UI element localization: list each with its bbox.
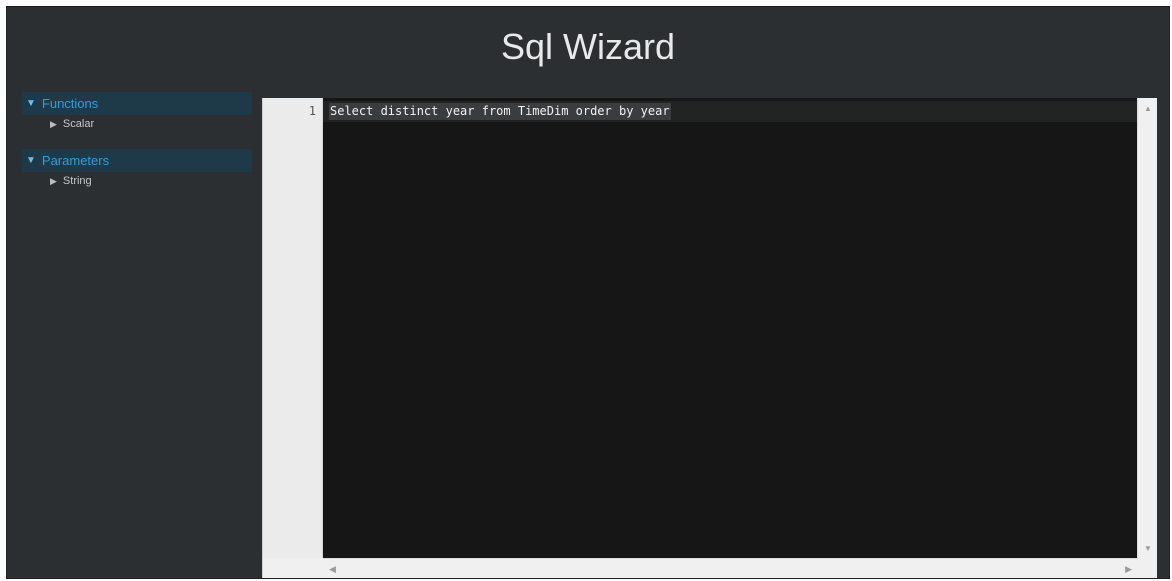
tree-item-scalar[interactable]: ▶ Scalar xyxy=(22,115,252,133)
sidebar: ▼ Functions ▶ Scalar ▼ Parameters ▶ Stri… xyxy=(22,92,252,206)
app-window: Sql Wizard ▼ Functions ▶ Scalar ▼ Parame… xyxy=(6,6,1170,579)
tree-node-parameters[interactable]: ▼ Parameters xyxy=(22,149,252,172)
code-area[interactable]: Select distinct year from TimeDim order … xyxy=(323,98,1138,558)
horizontal-scrollbar[interactable]: ◀ ▶ xyxy=(323,558,1138,578)
sql-editor[interactable]: 1 Select distinct year from TimeDim orde… xyxy=(262,98,1157,578)
line-number-gutter: 1 xyxy=(263,98,323,558)
code-line[interactable]: Select distinct year from TimeDim order … xyxy=(329,103,671,120)
scroll-down-icon[interactable]: ▼ xyxy=(1144,544,1152,553)
tree-group-functions: ▼ Functions ▶ Scalar xyxy=(22,92,252,133)
tree-item-label: String xyxy=(62,175,92,187)
scroll-right-icon[interactable]: ▶ xyxy=(1125,564,1132,575)
caret-right-icon: ▶ xyxy=(50,118,57,129)
line-number: 1 xyxy=(308,104,316,118)
tree-item-label: Scalar xyxy=(62,118,95,130)
gutter-corner xyxy=(263,558,323,578)
caret-right-icon: ▶ xyxy=(50,175,57,186)
page-title: Sql Wizard xyxy=(500,25,676,67)
tree-node-functions[interactable]: ▼ Functions xyxy=(22,92,252,115)
vertical-scrollbar[interactable]: ▲ ▼ xyxy=(1137,98,1157,578)
caret-down-icon: ▼ xyxy=(26,155,36,166)
header: Sql Wizard xyxy=(7,7,1169,90)
scroll-up-icon[interactable]: ▲ xyxy=(1144,104,1152,113)
tree-group-parameters: ▼ Parameters ▶ String xyxy=(22,149,252,190)
scroll-left-icon[interactable]: ◀ xyxy=(329,564,336,575)
tree-node-label: Parameters xyxy=(41,153,110,168)
tree-node-label: Functions xyxy=(41,96,99,111)
caret-down-icon: ▼ xyxy=(26,98,36,109)
tree-item-string[interactable]: ▶ String xyxy=(22,172,252,190)
